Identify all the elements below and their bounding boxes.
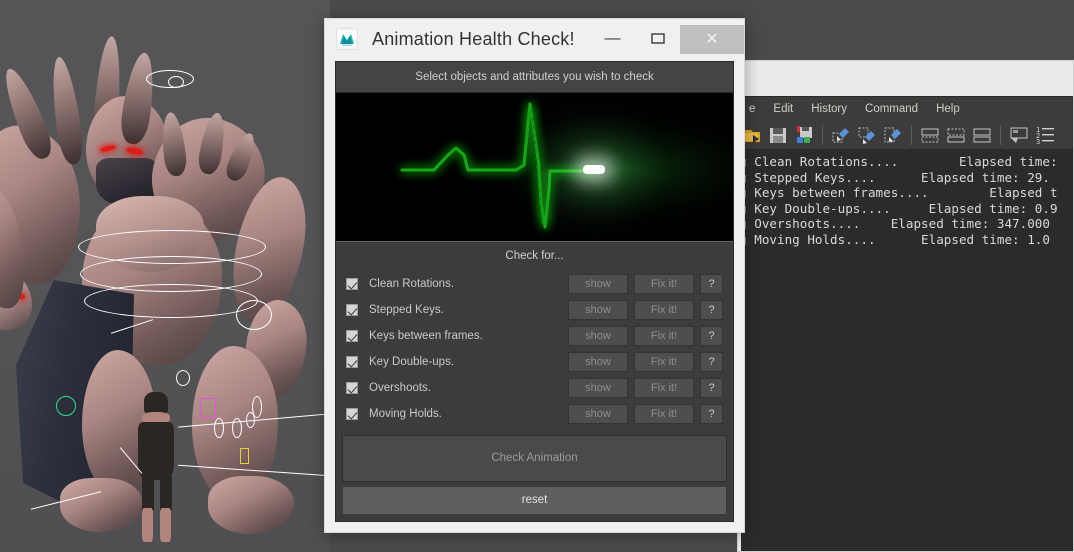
checkbox-stepped-keys[interactable] [346, 304, 358, 317]
maya-app-icon [336, 28, 358, 50]
dialog-instruction-text: Select objects and attributes you wish t… [336, 62, 733, 94]
script-editor-menubar[interactable]: e Edit History Command Help [738, 96, 1073, 120]
rig-controller-global-green[interactable] [56, 396, 76, 416]
show-button-keys-between-frames[interactable]: show [568, 326, 628, 347]
split-horizontal-icon[interactable] [919, 124, 941, 146]
ecg-waveform [336, 93, 733, 241]
check-list: Clean Rotations. show Fix it! ? Stepped … [336, 271, 733, 428]
checkbox-key-double-ups[interactable] [346, 356, 358, 369]
check-row-keys-between-frames: Keys between frames. show Fix it! ? [342, 323, 727, 349]
small-figure-left-boot [142, 508, 153, 542]
check-row-key-double-ups: Key Double-ups. show Fix it! ? [342, 349, 727, 375]
check-label: Stepped Keys. [369, 304, 444, 317]
show-button-key-double-ups[interactable]: show [568, 352, 628, 373]
save-script-to-shelf-icon[interactable] [793, 124, 815, 146]
checkbox-keys-between-frames[interactable] [346, 330, 358, 343]
check-row-clean-rotations: Clean Rotations. show Fix it! ? [342, 271, 727, 297]
fix-button-moving-holds[interactable]: Fix it! [634, 404, 694, 425]
toolbar-separator [822, 124, 823, 145]
check-row-moving-holds: Moving Holds. show Fix it! ? [342, 401, 727, 427]
split-top-icon[interactable] [945, 124, 967, 146]
check-label: Keys between frames. [369, 330, 483, 343]
help-button-keys-between-frames[interactable]: ? [700, 326, 723, 347]
script-editor-toolbar[interactable]: 1 2 3 [738, 120, 1073, 150]
rig-controller-hips[interactable] [84, 284, 258, 318]
show-button-overshoots[interactable]: show [568, 378, 628, 399]
script-editor-titlebar[interactable] [738, 61, 1073, 96]
menu-item-history[interactable]: History [802, 101, 856, 117]
fix-button-key-double-ups[interactable]: Fix it! [634, 352, 694, 373]
fix-button-keys-between-frames[interactable]: Fix it! [634, 326, 694, 347]
check-row-stepped-keys: Stepped Keys. show Fix it! ? [342, 297, 727, 323]
small-figure-right-boot [160, 508, 171, 542]
character-right-foot [208, 476, 294, 534]
clear-history-icon[interactable] [830, 124, 852, 146]
output-line: Checking Stepped Keys.... Elapsed time: … [738, 169, 1050, 185]
clear-all-icon[interactable] [882, 124, 904, 146]
output-line: Checking Overshoots.... Elapsed time: 34… [738, 216, 1050, 232]
line-numbers-icon[interactable]: 1 2 3 [1034, 124, 1056, 146]
help-button-overshoots[interactable]: ? [700, 378, 723, 399]
dialog-body: Select objects and attributes you wish t… [335, 61, 734, 522]
output-line: Checking Clean Rotations.... Elapsed tim… [738, 154, 1058, 169]
check-row-overshoots: Overshoots. show Fix it! ? [342, 375, 727, 401]
check-for-label: Check for... [336, 241, 733, 272]
animation-health-check-dialog[interactable]: Animation Health Check! — ✕ Select objec… [324, 18, 745, 533]
checkbox-clean-rotations[interactable] [346, 278, 358, 291]
help-button-key-double-ups[interactable]: ? [700, 352, 723, 373]
show-tabs-icon[interactable] [1008, 124, 1030, 146]
checkbox-moving-holds[interactable] [346, 408, 358, 421]
show-button-stepped-keys[interactable]: show [568, 300, 628, 321]
small-figure-left-leg [142, 476, 154, 510]
rig-controller-yellow[interactable] [240, 448, 249, 464]
small-figure-head [144, 392, 168, 414]
output-line: Checking Keys between frames.... Elapsed… [738, 185, 1058, 201]
save-script-icon[interactable] [767, 124, 789, 146]
output-line: Checking Key Double-ups.... Elapsed time… [738, 200, 1058, 216]
toolbar-separator [911, 124, 912, 145]
check-label: Overshoots. [369, 382, 431, 395]
maya-3d-viewport[interactable] [0, 0, 330, 552]
show-button-clean-rotations[interactable]: show [568, 274, 628, 295]
help-button-clean-rotations[interactable]: ? [700, 274, 723, 295]
check-label: Key Double-ups. [369, 356, 455, 369]
script-editor-output[interactable]: Checking Clean Rotations.... Elapsed tim… [738, 150, 1073, 551]
svg-text:3: 3 [1036, 138, 1040, 146]
small-figure-right-leg [160, 476, 172, 510]
check-label: Clean Rotations. [369, 278, 455, 291]
menu-item-edit[interactable]: Edit [764, 101, 802, 117]
reset-button[interactable]: reset [342, 485, 727, 515]
help-button-stepped-keys[interactable]: ? [700, 300, 723, 321]
menu-item-help[interactable]: Help [927, 101, 969, 117]
checkbox-overshoots[interactable] [346, 382, 358, 395]
fix-button-stepped-keys[interactable]: Fix it! [634, 300, 694, 321]
maximize-button[interactable] [635, 25, 680, 54]
fix-button-overshoots[interactable]: Fix it! [634, 378, 694, 399]
check-animation-button[interactable]: Check Animation [342, 435, 727, 482]
menu-item-command[interactable]: Command [856, 101, 927, 117]
rig-controller-pole-vector[interactable] [214, 418, 224, 438]
dialog-title: Animation Health Check! [372, 28, 575, 49]
fix-button-clean-rotations[interactable]: Fix it! [634, 274, 694, 295]
ecg-cursor-blip [583, 165, 605, 175]
minimize-button[interactable]: — [590, 25, 635, 54]
character-model [0, 0, 330, 552]
rig-controller-head-inner[interactable] [168, 76, 184, 88]
rig-controller-magenta[interactable] [200, 398, 216, 418]
maya-script-editor-window[interactable]: e Edit History Command Help 1 2 3 Clean … [737, 60, 1074, 552]
check-label: Moving Holds. [369, 408, 442, 421]
ecg-heartbeat-graphic [336, 93, 733, 242]
output-line: Checking Moving Holds.... Elapsed time: … [738, 231, 1050, 247]
help-button-moving-holds[interactable]: ? [700, 404, 723, 425]
close-button[interactable]: ✕ [680, 24, 744, 54]
rig-controller-knee[interactable] [176, 370, 190, 386]
dialog-titlebar[interactable]: Animation Health Check! — ✕ [325, 19, 744, 59]
clear-input-icon[interactable] [856, 124, 878, 146]
screen-root: e Edit History Command Help 1 2 3 Clean … [0, 0, 1074, 552]
split-bottom-icon[interactable] [971, 124, 993, 146]
rig-controller-right-hand[interactable] [236, 300, 272, 330]
toolbar-separator [1000, 124, 1001, 145]
small-figure-body [138, 422, 174, 480]
show-button-moving-holds[interactable]: show [568, 404, 628, 425]
